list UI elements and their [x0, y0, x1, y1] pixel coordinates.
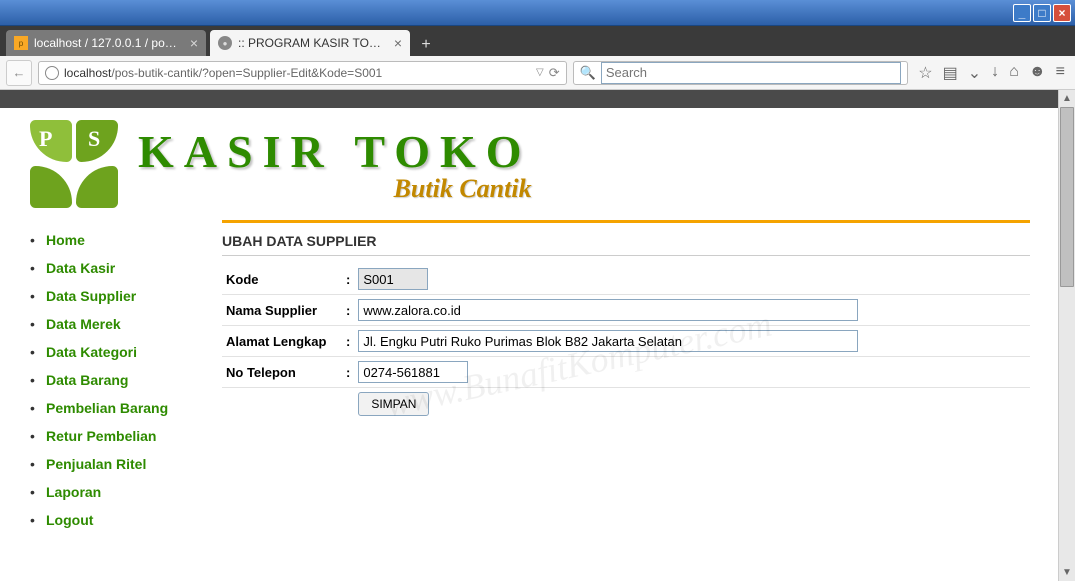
scroll-down-arrow[interactable]: ▼ [1059, 564, 1075, 581]
content-area: www.BunafitKomputer.com UBAH DATA SUPPLI… [222, 220, 1030, 534]
globe-icon: ● [218, 36, 232, 50]
nav-link[interactable]: Data Kasir [46, 260, 115, 276]
sidebar-item-data-kategori: Data Kategori [28, 338, 198, 366]
reload-button[interactable]: ⟳ [549, 65, 560, 81]
window-maximize-button[interactable]: □ [1033, 4, 1051, 22]
nama-supplier-input[interactable] [358, 299, 858, 321]
sidebar-item-retur-pembelian: Retur Pembelian [28, 422, 198, 450]
url-bar[interactable]: localhost/pos-butik-cantik/?open=Supplie… [38, 61, 567, 85]
nav-link[interactable]: Data Supplier [46, 288, 136, 304]
sidebar-item-home: Home [28, 226, 198, 254]
search-input[interactable] [601, 62, 901, 84]
nav-link[interactable]: Pembelian Barang [46, 400, 168, 416]
url-text: localhost/pos-butik-cantik/?open=Supplie… [64, 66, 531, 80]
clipboard-icon[interactable]: ▤ [943, 63, 958, 83]
scroll-up-arrow[interactable]: ▲ [1059, 90, 1075, 107]
scroll-thumb[interactable] [1060, 107, 1074, 287]
nav-link[interactable]: Penjualan Ritel [46, 456, 146, 472]
label-nama: Nama Supplier [222, 295, 342, 326]
site-identity-icon[interactable] [45, 66, 59, 80]
sidebar-item-data-kasir: Data Kasir [28, 254, 198, 282]
label-telepon: No Telepon [222, 357, 342, 388]
tab-close-icon[interactable]: × [190, 35, 198, 51]
pocket-icon[interactable]: ⌄ [968, 63, 981, 83]
search-icon: 🔍 [580, 65, 596, 81]
simpan-button[interactable]: SIMPAN [358, 392, 429, 416]
sidebar-item-logout: Logout [28, 506, 198, 534]
telepon-input[interactable] [358, 361, 468, 383]
nav-link[interactable]: Laporan [46, 484, 101, 500]
downloads-icon[interactable]: ↓ [991, 63, 999, 83]
brand-subtitle: Butik Cantik [138, 174, 532, 204]
alamat-input[interactable] [358, 330, 858, 352]
nav-link[interactable]: Data Merek [46, 316, 121, 332]
nav-link[interactable]: Data Barang [46, 372, 128, 388]
sidebar-item-pembelian-barang: Pembelian Barang [28, 394, 198, 422]
vertical-scrollbar[interactable]: ▲ ▼ [1058, 90, 1075, 581]
page-title: UBAH DATA SUPPLIER [222, 233, 1030, 256]
page-viewport: ▲ ▼ KASIR TOKO Butik Cantik Home Data Ka… [0, 90, 1075, 581]
home-icon[interactable]: ⌂ [1009, 63, 1019, 83]
new-tab-button[interactable]: + [414, 34, 438, 56]
sidebar-item-laporan: Laporan [28, 478, 198, 506]
browser-tab-0[interactable]: p localhost / 127.0.0.1 / pos_b... × [6, 30, 206, 56]
phpmyadmin-icon: p [14, 36, 28, 50]
window-titlebar: _ □ × [0, 0, 1075, 26]
sidebar-item-data-supplier: Data Supplier [28, 282, 198, 310]
site-header: KASIR TOKO Butik Cantik [28, 118, 1030, 210]
bookmark-star-icon[interactable]: ☆ [918, 63, 932, 83]
sidebar-item-data-barang: Data Barang [28, 366, 198, 394]
label-alamat: Alamat Lengkap [222, 326, 342, 357]
browser-tab-1[interactable]: ● :: PROGRAM KASIR TOKO - BUTIK... × [210, 30, 410, 56]
nav-link[interactable]: Logout [46, 512, 93, 528]
site-logo-icon [28, 118, 120, 210]
supplier-form: Kode : Nama Supplier : Alamat Lengkap : [222, 264, 1030, 420]
menu-icon[interactable]: ≡ [1056, 63, 1065, 83]
brand-title: KASIR TOKO [138, 125, 532, 178]
window-close-button[interactable]: × [1053, 4, 1071, 22]
browser-tabbar: p localhost / 127.0.0.1 / pos_b... × ● :… [0, 26, 1075, 56]
window-minimize-button[interactable]: _ [1013, 4, 1031, 22]
nav-link[interactable]: Retur Pembelian [46, 428, 156, 444]
chat-icon[interactable]: ☻ [1029, 63, 1046, 83]
page-top-strip [0, 90, 1058, 108]
url-dropdown-icon[interactable]: ▽ [536, 67, 544, 78]
label-kode: Kode [222, 264, 342, 295]
tab-close-icon[interactable]: × [394, 35, 402, 51]
browser-toolbar: ← localhost/pos-butik-cantik/?open=Suppl… [0, 56, 1075, 90]
nav-link[interactable]: Data Kategori [46, 344, 137, 360]
tab-title: localhost / 127.0.0.1 / pos_b... [34, 36, 182, 50]
nav-link[interactable]: Home [46, 232, 85, 248]
search-bar[interactable]: 🔍 [573, 61, 909, 85]
sidebar-item-data-merek: Data Merek [28, 310, 198, 338]
sidebar-nav: Home Data Kasir Data Supplier Data Merek… [28, 220, 198, 534]
tab-title: :: PROGRAM KASIR TOKO - BUTIK... [238, 36, 386, 50]
back-button[interactable]: ← [6, 60, 32, 86]
kode-input [358, 268, 428, 290]
sidebar-item-penjualan-ritel: Penjualan Ritel [28, 450, 198, 478]
toolbar-icons: ☆ ▤ ⌄ ↓ ⌂ ☻ ≡ [914, 63, 1069, 83]
